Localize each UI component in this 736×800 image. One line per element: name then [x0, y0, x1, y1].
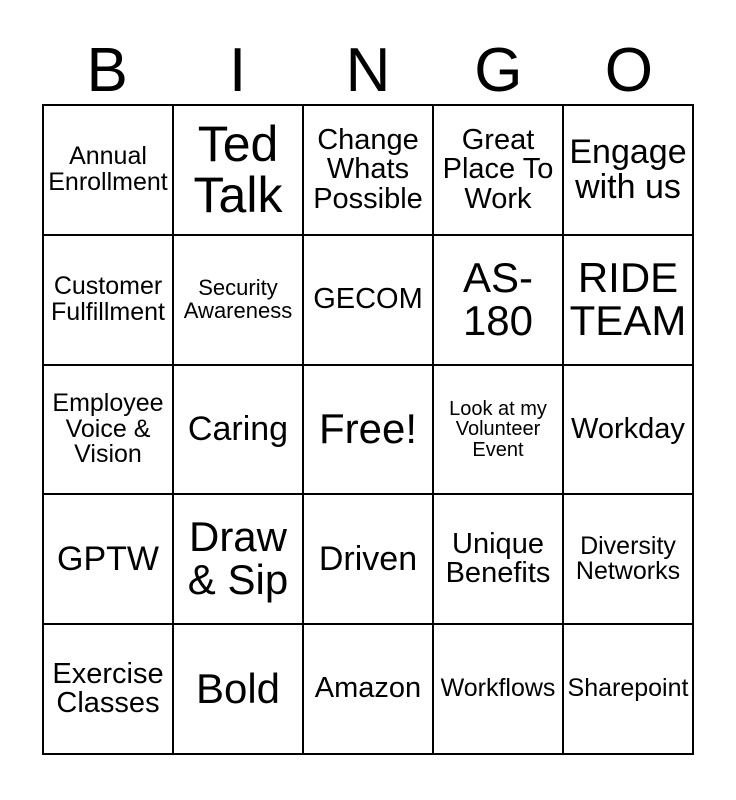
bingo-cell-g3[interactable]: Look at my Volunteer Event: [434, 365, 564, 496]
bingo-cell-label: Free!: [318, 405, 418, 453]
bingo-cell-label: Exercise Classes: [52, 657, 164, 720]
bingo-cell-o4[interactable]: Diversity Networks: [564, 495, 694, 626]
bingo-cell-label: Bold: [195, 664, 281, 712]
bingo-cell-n2[interactable]: GECOM: [304, 235, 434, 366]
bingo-cell-label: GECOM: [313, 282, 423, 315]
bingo-cell-label: Draw & Sip: [187, 513, 289, 604]
bingo-row: Exercise Classes Bold Amazon Workflows S…: [44, 625, 694, 755]
bingo-cell-o2[interactable]: RIDE TEAM: [564, 235, 694, 366]
bingo-cell-free-space[interactable]: Free!: [304, 365, 434, 496]
bingo-cell-g5[interactable]: Workflows: [434, 625, 564, 755]
bingo-cell-label: Caring: [187, 410, 289, 449]
bingo-row: Employee Voice & Vision Caring Free! Loo…: [44, 365, 694, 496]
bingo-cell-label: Change Whats Possible: [313, 123, 423, 215]
bingo-cell-i5[interactable]: Bold: [174, 625, 304, 755]
header-letter-i: I: [228, 36, 247, 105]
bingo-cell-label: AS-180: [462, 253, 534, 344]
bingo-cell-i2[interactable]: Security Awareness: [174, 235, 304, 366]
bingo-cell-label: Annual Enrollment: [48, 142, 168, 196]
bingo-cell-i3[interactable]: Caring: [174, 365, 304, 496]
bingo-cell-label: Great Place To Work: [442, 123, 554, 215]
bingo-cell-label: RIDE TEAM: [569, 253, 687, 344]
bingo-row: Annual Enrollment Ted Talk Change Whats …: [44, 106, 694, 236]
bingo-row: Customer Fulfillment Security Awareness …: [44, 235, 694, 366]
bingo-cell-label: Look at my Volunteer Event: [449, 397, 547, 461]
bingo-cell-label: Diversity Networks: [575, 531, 681, 586]
bingo-cell-label: Workflows: [440, 674, 556, 703]
bingo-cell-n5[interactable]: Amazon: [304, 625, 434, 755]
bingo-cell-g4[interactable]: Unique Benefits: [434, 495, 564, 626]
bingo-cell-o3[interactable]: Workday: [564, 365, 694, 496]
bingo-cell-label: Driven: [318, 539, 418, 578]
bingo-cell-label: Customer Fulfillment: [51, 272, 165, 326]
bingo-cell-b2[interactable]: Customer Fulfillment: [44, 235, 174, 366]
header-letter-b: B: [86, 36, 128, 105]
header-letter-g: G: [474, 36, 523, 105]
bingo-cell-i1[interactable]: Ted Talk: [174, 106, 304, 236]
bingo-grid: Annual Enrollment Ted Talk Change Whats …: [42, 104, 694, 755]
bingo-row: GPTW Draw & Sip Driven Unique Benefits D…: [44, 495, 694, 626]
bingo-cell-label: Sharepoint: [567, 674, 689, 703]
bingo-cell-o5[interactable]: Sharepoint: [564, 625, 694, 755]
bingo-cell-b1[interactable]: Annual Enrollment: [44, 106, 174, 236]
bingo-cell-label: Ted Talk: [193, 115, 283, 223]
bingo-cell-n4[interactable]: Driven: [304, 495, 434, 626]
bingo-cell-label: Workday: [571, 412, 685, 445]
bingo-cell-label: Employee Voice & Vision: [52, 389, 164, 469]
header-letter-o: O: [604, 36, 653, 105]
bingo-card: B I N G O Annual Enrollment Ted Talk Cha…: [0, 0, 736, 800]
bingo-cell-b3[interactable]: Employee Voice & Vision: [44, 365, 174, 496]
bingo-cell-g1[interactable]: Great Place To Work: [434, 106, 564, 236]
bingo-cell-label: GPTW: [57, 539, 159, 578]
bingo-cell-label: Unique Benefits: [445, 527, 551, 590]
bingo-header: B I N G O: [42, 28, 694, 104]
bingo-cell-n1[interactable]: Change Whats Possible: [304, 106, 434, 236]
bingo-cell-b5[interactable]: Exercise Classes: [44, 625, 174, 755]
header-letter-n: N: [345, 36, 391, 105]
bingo-cell-i4[interactable]: Draw & Sip: [174, 495, 304, 626]
bingo-cell-b4[interactable]: GPTW: [44, 495, 174, 626]
bingo-cell-g2[interactable]: AS-180: [434, 235, 564, 366]
bingo-cell-o1[interactable]: Engage with us: [564, 106, 694, 236]
bingo-cell-label: Amazon: [314, 672, 422, 705]
bingo-cell-label: Engage with us: [569, 133, 687, 206]
bingo-cell-label: Security Awareness: [183, 275, 293, 323]
